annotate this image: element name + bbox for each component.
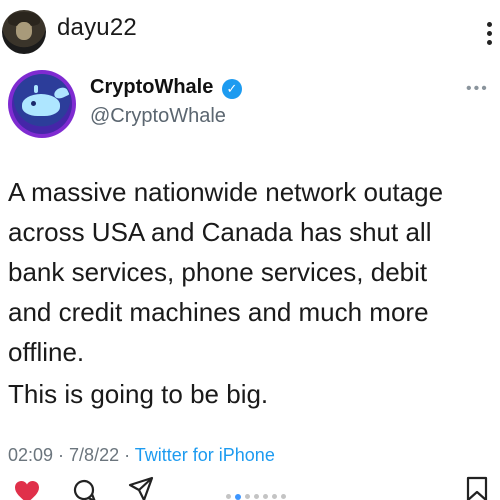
tweet-body-line: offline. bbox=[8, 337, 85, 367]
tweet-body-line: A massive nationwide network outage bbox=[8, 177, 444, 207]
tweet-more-icon: ••• bbox=[466, 80, 489, 97]
tweet-meta: 02:09 · 7/8/22 · Twitter for iPhone bbox=[8, 445, 275, 466]
tweet-display-name: CryptoWhale bbox=[90, 76, 214, 98]
carousel-indicator bbox=[226, 488, 290, 500]
tweet-timestamp: 02:09 · 7/8/22 · bbox=[8, 445, 135, 465]
whale-eye bbox=[31, 101, 36, 106]
carousel-dot bbox=[226, 494, 231, 500]
post-username[interactable]: dayu22 bbox=[57, 14, 137, 42]
carousel-dot bbox=[281, 494, 286, 500]
whale-spout bbox=[34, 85, 38, 93]
bookmark-icon[interactable] bbox=[466, 476, 488, 500]
verified-badge-icon: ✓ bbox=[222, 79, 242, 99]
whale-body bbox=[22, 94, 60, 116]
more-vertical-icon[interactable] bbox=[482, 22, 496, 52]
tweet-body-second: This is going to be big. bbox=[8, 379, 269, 409]
tweet-author-avatar bbox=[8, 70, 76, 138]
tweet-body-line: bank services, phone services, debit bbox=[8, 257, 428, 287]
comment-icon[interactable] bbox=[72, 478, 96, 500]
send-icon[interactable] bbox=[128, 476, 154, 500]
tweet-body-line: and credit machines and much more bbox=[8, 297, 429, 327]
tweet-source: Twitter for iPhone bbox=[134, 445, 275, 465]
avatar-face bbox=[16, 22, 32, 40]
heart-icon[interactable] bbox=[14, 480, 40, 500]
user-avatar[interactable] bbox=[2, 10, 46, 54]
carousel-dot bbox=[245, 494, 250, 500]
carousel-dot bbox=[254, 494, 259, 500]
carousel-dot bbox=[263, 494, 268, 500]
tweet-handle: @CryptoWhale bbox=[90, 105, 226, 127]
carousel-dot bbox=[235, 493, 241, 500]
carousel-dot bbox=[272, 494, 277, 500]
tweet-body: A massive nationwide network outage acro… bbox=[8, 172, 498, 372]
tweet-body-line: across USA and Canada has shut all bbox=[8, 217, 432, 247]
post-header: dayu22 bbox=[0, 0, 500, 62]
